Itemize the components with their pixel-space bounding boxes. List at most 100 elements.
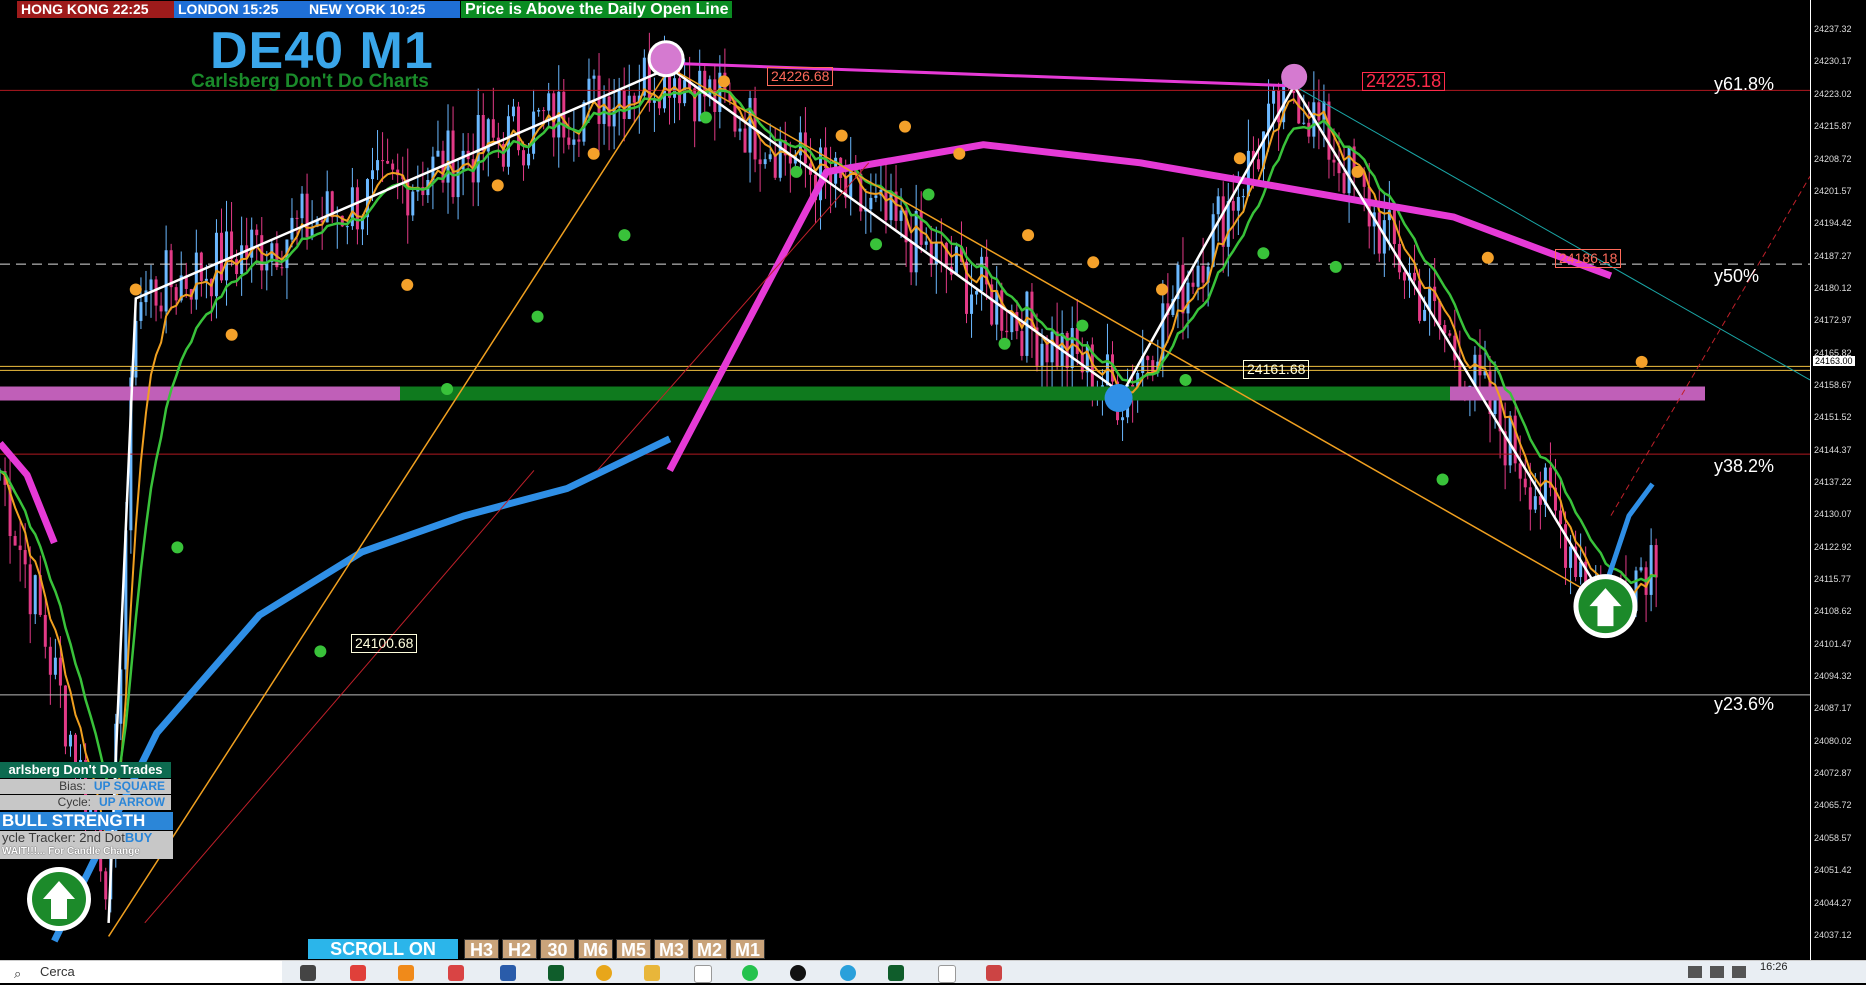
candle-body xyxy=(602,96,606,124)
candle-body xyxy=(773,154,777,178)
price-label-high2: 24225.18 xyxy=(1362,72,1446,91)
whatsapp-icon[interactable] xyxy=(742,965,758,981)
swing-high-dot xyxy=(1087,256,1100,269)
y-tick-label: 24158.67 xyxy=(1814,379,1852,390)
timeframe-button-h3[interactable]: H3 xyxy=(464,939,499,960)
candle-body xyxy=(1423,309,1427,321)
y-tick-label: 24215.87 xyxy=(1814,121,1852,132)
timeframe-button-m1[interactable]: M1 xyxy=(730,939,765,960)
candle-body xyxy=(230,231,234,260)
ma-mid-line xyxy=(0,89,1657,789)
candle-body xyxy=(1418,280,1422,321)
swing-low-dot xyxy=(1436,473,1449,486)
price-chart[interactable] xyxy=(0,0,1866,960)
notification-icon[interactable] xyxy=(1688,966,1702,978)
candle-body xyxy=(23,550,27,565)
app-icon-4[interactable] xyxy=(500,965,516,981)
candle-body xyxy=(929,241,933,264)
chrome-icon[interactable] xyxy=(596,965,612,981)
timeframe-button-m5[interactable]: M5 xyxy=(616,939,651,960)
app-icon-6[interactable] xyxy=(986,965,1002,981)
app-icon-3[interactable] xyxy=(448,965,464,981)
y-tick-label: 24101.47 xyxy=(1814,638,1852,649)
candles-layer xyxy=(0,32,1658,913)
network-icon[interactable] xyxy=(1710,966,1724,978)
candle-body xyxy=(954,246,958,275)
folder-icon[interactable] xyxy=(644,965,660,981)
clock-new-york: NEW YORK 10:25 xyxy=(305,1,460,18)
ma-magenta-left-stub xyxy=(0,441,58,545)
candle-body xyxy=(1216,196,1220,215)
swing-high-dot xyxy=(953,147,966,160)
swing-high-dot xyxy=(491,179,504,192)
y-tick-label: 24094.32 xyxy=(1814,671,1852,682)
candle-body xyxy=(1005,330,1009,333)
candle-body xyxy=(919,210,923,245)
swing-high-dot xyxy=(401,278,414,291)
swing-low-dot xyxy=(699,111,712,124)
price-axis[interactable]: 24237.32 24230.17 24223.02 24215.87 24208.72… xyxy=(1810,0,1866,960)
candle-body xyxy=(280,267,284,269)
candle-body xyxy=(1201,265,1205,283)
fib-618-label: y61.8% xyxy=(1714,74,1775,94)
y-tick-label: 24187.27 xyxy=(1814,250,1852,261)
candle-body xyxy=(194,252,198,300)
timeframe-button-m3[interactable]: M3 xyxy=(654,939,689,960)
candle-body xyxy=(532,111,536,154)
y-tick-label: 24237.32 xyxy=(1814,24,1852,35)
candle-body xyxy=(1302,122,1306,124)
tracker-value: BUY xyxy=(124,830,153,845)
swing-low-dot xyxy=(314,645,327,658)
app-icon-5[interactable] xyxy=(938,965,956,983)
volume-icon[interactable] xyxy=(1732,966,1746,978)
candle-body xyxy=(1191,282,1195,287)
y-tick-label: 24080.02 xyxy=(1814,735,1852,746)
timeframe-button-h2[interactable]: H2 xyxy=(502,939,537,960)
current-price-tag: 24163.00 xyxy=(1813,356,1855,366)
swing-low-dot xyxy=(1076,319,1089,332)
chart-subtitle: Carlsberg Don't Do Charts xyxy=(191,71,429,92)
taskbar-clock: 16:26 xyxy=(1760,961,1788,973)
cycle-tracker: ycle Tracker: 2nd DotBUY WAIT!!!... For C… xyxy=(0,831,173,859)
candle-body xyxy=(899,210,903,221)
panel-header: arlsberg Don't Do Trades xyxy=(0,762,171,778)
y-tick-label: 24223.02 xyxy=(1814,88,1852,99)
timeframe-button-m2[interactable]: M2 xyxy=(692,939,727,960)
candle-body xyxy=(738,128,742,132)
scroll-on-button[interactable]: SCROLL ON xyxy=(308,939,458,959)
swing-high-dot xyxy=(1481,251,1494,264)
fib-382-label: y38.2% xyxy=(1714,456,1775,476)
candle-body xyxy=(235,259,239,275)
task-view-icon[interactable] xyxy=(300,965,316,981)
candle-body xyxy=(411,191,415,216)
swing-high-dot xyxy=(225,328,238,341)
daily-open-band xyxy=(400,386,1450,401)
candle-body xyxy=(1402,272,1406,281)
metatrader-icon-1[interactable] xyxy=(548,965,564,981)
telegram-icon[interactable] xyxy=(840,965,856,981)
swing-high-dot xyxy=(899,120,911,133)
candle-body xyxy=(924,241,928,245)
timeframe-button-m6[interactable]: M6 xyxy=(578,939,613,960)
candle-body xyxy=(970,294,974,314)
candle-body xyxy=(371,170,375,180)
candle-body xyxy=(758,159,762,165)
y-tick-label: 24072.87 xyxy=(1814,768,1852,779)
tiktok-icon[interactable] xyxy=(790,965,806,981)
taskbar-search[interactable]: ⌕ Cerca xyxy=(0,961,282,983)
candle-body xyxy=(1040,343,1044,366)
daily-open-band-left xyxy=(0,386,400,401)
swing-high-dot xyxy=(587,147,600,160)
timeframe-button-30[interactable]: 30 xyxy=(540,939,575,960)
swing-low-dot xyxy=(998,337,1011,350)
metatrader-icon-2[interactable] xyxy=(888,965,904,981)
candle-body xyxy=(1236,196,1240,211)
candle-body xyxy=(980,256,984,292)
document-icon[interactable] xyxy=(694,965,712,983)
candle-body xyxy=(18,545,22,551)
app-icon-2[interactable] xyxy=(398,965,414,981)
candle-body xyxy=(386,160,390,164)
candle-body xyxy=(527,153,531,166)
candle-body xyxy=(698,70,702,122)
app-icon-1[interactable] xyxy=(350,965,366,981)
